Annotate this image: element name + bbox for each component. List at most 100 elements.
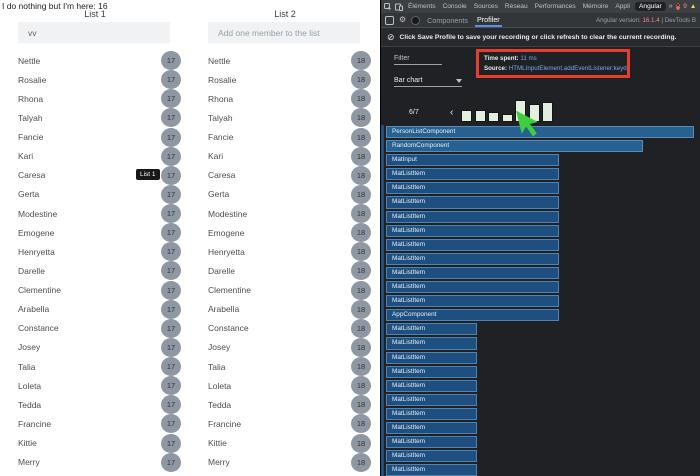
list-item[interactable]: Josey18 [208, 338, 371, 357]
list-item[interactable]: Arabella17 [18, 300, 181, 319]
frame-bar-1[interactable] [475, 110, 486, 122]
list-item[interactable]: Henryetta17 [18, 242, 181, 261]
list-item[interactable]: Rosalie18 [208, 70, 371, 89]
list-item[interactable]: Emogene18 [208, 223, 371, 242]
devtools-tab-0[interactable]: Éléments [406, 3, 438, 10]
flame-row[interactable]: MatListItem [386, 337, 477, 349]
filter-input[interactable] [394, 55, 442, 65]
angular-version: Angular version: 16.1.4 | DevTools B [596, 17, 696, 24]
error-icon[interactable]: ✕ [676, 3, 681, 10]
list2-add-input[interactable] [208, 22, 360, 43]
flame-row[interactable]: MatListItem [386, 464, 477, 476]
frame-bar-6[interactable] [542, 102, 553, 122]
list-item[interactable]: Kari18 [208, 147, 371, 166]
list-item[interactable]: Talyah17 [18, 108, 181, 127]
frame-bar-0[interactable] [461, 110, 472, 122]
list-item[interactable]: Gerta17 [18, 185, 181, 204]
list-item[interactable]: Emogene17 [18, 223, 181, 242]
time-spent-value[interactable]: 11 ms [520, 55, 536, 62]
list-item[interactable]: Loleta18 [208, 376, 371, 395]
list-item[interactable]: Gerta18 [208, 185, 371, 204]
list-item[interactable]: Merry18 [208, 453, 371, 472]
list-item[interactable]: Darelle17 [18, 261, 181, 280]
flame-row[interactable]: MatListItem [386, 366, 477, 378]
list-item[interactable]: Francine17 [18, 414, 181, 433]
list-item[interactable]: Constance18 [208, 319, 371, 338]
flame-row[interactable]: AppComponent [386, 309, 559, 321]
frame-bar-3[interactable] [502, 114, 513, 122]
flame-row[interactable]: MatListItem [386, 422, 477, 434]
list-item[interactable]: Rhona17 [18, 89, 181, 108]
list-item[interactable]: Tedda18 [208, 395, 371, 414]
flame-row[interactable]: MatListItem [386, 225, 559, 237]
list-item[interactable]: Modestine17 [18, 204, 181, 223]
device-toolbar-icon[interactable] [395, 3, 403, 11]
flame-row[interactable]: MatListItem [386, 436, 477, 448]
devtools-tab-angular[interactable]: Angular [635, 2, 666, 11]
list-item[interactable]: Arabella18 [208, 300, 371, 319]
flame-row[interactable]: MatListItem [386, 196, 559, 208]
list-item[interactable]: Kittie17 [18, 434, 181, 453]
record-icon[interactable] [411, 16, 420, 25]
devtools-tab-6[interactable]: Appli [613, 3, 632, 10]
flame-row[interactable]: MatListItem [386, 168, 559, 180]
flame-row[interactable]: MatListItem [386, 380, 477, 392]
flame-row[interactable]: MatListItem [386, 239, 559, 251]
flame-row[interactable]: RandomComponent [386, 140, 643, 152]
flame-row[interactable]: MatListItem [386, 450, 477, 462]
list-item[interactable]: Tedda17 [18, 395, 181, 414]
flame-row[interactable]: MatListItem [386, 394, 477, 406]
list-item[interactable]: Modestine18 [208, 204, 371, 223]
flame-row[interactable]: MatListItem [386, 295, 559, 307]
list-item[interactable]: Francine18 [208, 414, 371, 433]
list-item[interactable]: Talyah18 [208, 108, 371, 127]
list-item[interactable]: Josey17 [18, 338, 181, 357]
list-item[interactable]: Rosalie17 [18, 70, 181, 89]
list-item[interactable]: Nettle17 [18, 51, 181, 70]
list-item[interactable]: Nettle18 [208, 51, 371, 70]
list-item[interactable]: Talia17 [18, 357, 181, 376]
flame-row[interactable]: MatListItem [386, 323, 477, 335]
list-item[interactable]: Kari17 [18, 147, 181, 166]
flame-row[interactable]: MatListItem [386, 352, 477, 364]
flame-row[interactable]: MatInput [386, 154, 559, 166]
list-item[interactable]: Loleta17 [18, 376, 181, 395]
more-tabs-icon[interactable]: » [669, 3, 673, 10]
flame-row[interactable]: MatListItem [386, 408, 477, 420]
gear-icon[interactable]: ⚙ [399, 16, 406, 24]
list-item[interactable]: Fancie18 [208, 128, 371, 147]
panel-icon[interactable] [385, 16, 394, 25]
list-item[interactable]: Darelle18 [208, 261, 371, 280]
tab-profiler[interactable]: Profiler [475, 13, 502, 27]
devtools-tab-2[interactable]: Sources [472, 3, 500, 10]
list-item[interactable]: Caresa18 [208, 166, 371, 185]
inspect-icon[interactable] [384, 3, 392, 11]
list-item[interactable]: Clementine18 [208, 281, 371, 300]
list1-add-input[interactable] [18, 22, 170, 43]
flame-row[interactable]: MatListItem [386, 182, 559, 194]
devtools-tab-1[interactable]: Console [441, 3, 469, 10]
devtools-tab-3[interactable]: Réseau [503, 3, 530, 10]
source-link[interactable]: HTMLInputElement.addEventListener:keydow… [509, 65, 630, 72]
warning-icon[interactable]: ▲ [690, 3, 696, 10]
flame-row[interactable]: MatListItem [386, 253, 559, 265]
list-item[interactable]: Constance17 [18, 319, 181, 338]
list-item[interactable]: Kittie18 [208, 434, 371, 453]
list-item[interactable]: Henryetta18 [208, 242, 371, 261]
list-item[interactable]: Fancie17 [18, 128, 181, 147]
list-item[interactable]: Rhona18 [208, 89, 371, 108]
flame-row[interactable]: MatListItem [386, 211, 559, 223]
devtools-tab-5[interactable]: Mémoire [581, 3, 611, 10]
chart-type-select[interactable]: Bar chart [394, 77, 462, 87]
flame-row[interactable]: MatListItem [386, 267, 559, 279]
frame-bar-2[interactable] [488, 112, 499, 122]
devtools-tab-4[interactable]: Performances [533, 3, 578, 10]
chevron-left-icon[interactable]: ‹ [450, 108, 453, 118]
tab-components[interactable]: Components [425, 14, 470, 26]
member-badge: 17 [161, 376, 181, 395]
list-item[interactable]: Clementine17 [18, 281, 181, 300]
list-item[interactable]: Talia18 [208, 357, 371, 376]
flame-row[interactable]: MatListItem [386, 281, 559, 293]
list-item[interactable]: Merry17 [18, 453, 181, 472]
member-badge: 17 [161, 223, 181, 242]
